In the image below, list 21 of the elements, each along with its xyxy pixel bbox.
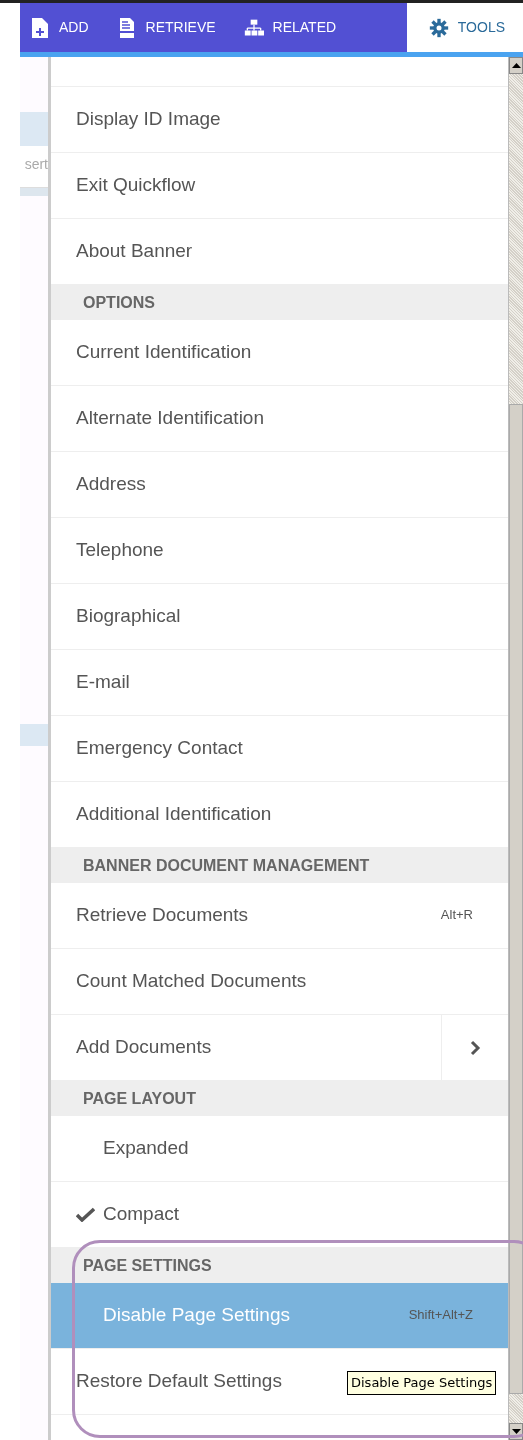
section-header: PAGE LAYOUT bbox=[51, 1081, 508, 1116]
section-header: OPTIONS bbox=[51, 285, 508, 320]
tooltip: Disable Page Settings bbox=[347, 1371, 497, 1395]
toolbar-tab[interactable]: ADD bbox=[20, 3, 107, 52]
toolbar-tab[interactable]: RETRIEVE bbox=[106, 3, 234, 52]
background-text: sert bbox=[20, 146, 48, 188]
chevron-right-icon bbox=[469, 1039, 481, 1056]
section-header: PAGE SETTINGS bbox=[51, 1248, 508, 1283]
toolbar-tab[interactable]: TOOLS bbox=[406, 3, 523, 52]
background-row bbox=[20, 188, 48, 196]
scroll-up-button[interactable] bbox=[509, 57, 523, 74]
scrollbar-thumb[interactable] bbox=[509, 404, 523, 1394]
document-plus-icon bbox=[30, 16, 50, 39]
menu-item[interactable]: Add Documents bbox=[51, 1015, 508, 1081]
background-row bbox=[20, 724, 48, 746]
toolbar-tab[interactable]: RELATED bbox=[233, 3, 355, 52]
down-arrow-icon bbox=[511, 1429, 521, 1434]
gear-icon bbox=[428, 16, 449, 39]
up-arrow-icon bbox=[511, 63, 521, 68]
checkmark-icon bbox=[76, 1207, 95, 1222]
section-header: BANNER DOCUMENT MANAGEMENT bbox=[51, 848, 508, 883]
